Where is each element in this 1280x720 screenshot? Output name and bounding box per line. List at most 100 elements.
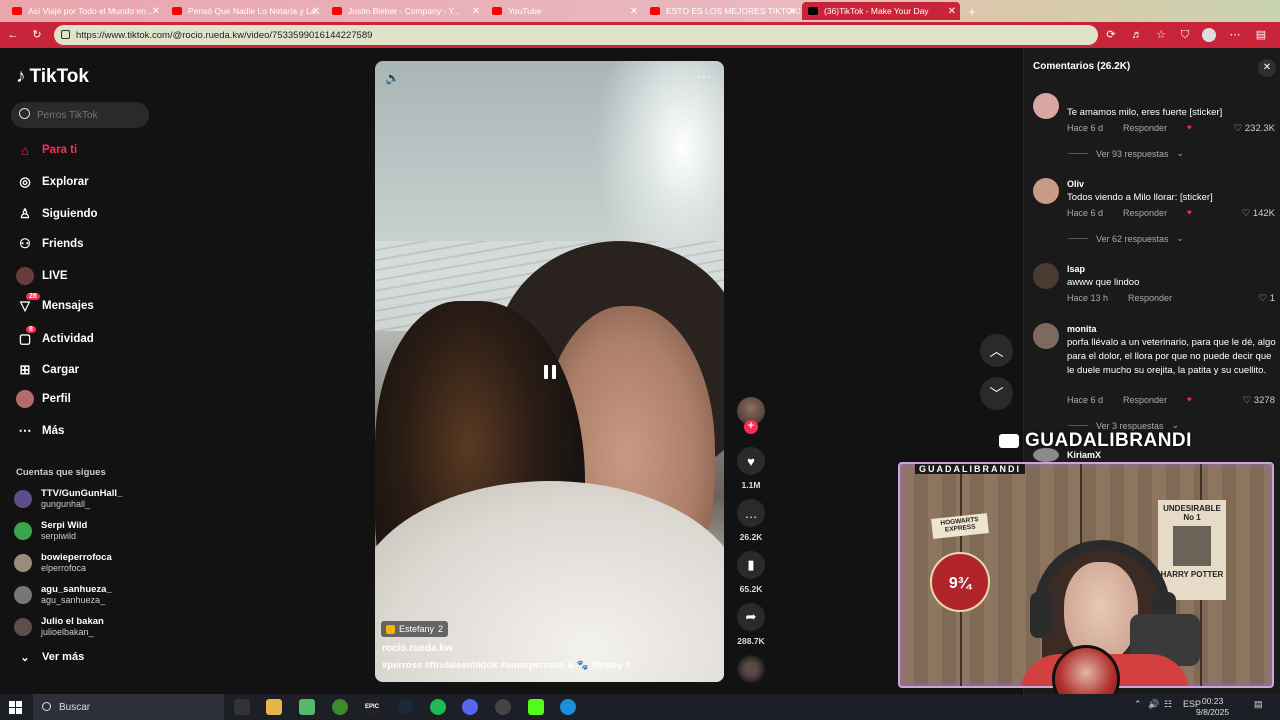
close-tab-icon[interactable]: ✕ (948, 6, 956, 17)
new-tab-button[interactable]: + (962, 2, 982, 20)
comment-like-button[interactable]: ♡ 142K (1242, 208, 1275, 219)
browser-tab[interactable]: YouTube ✕ (486, 2, 642, 20)
close-tab-icon[interactable]: ✕ (788, 6, 796, 17)
next-video-button[interactable]: ﹀ (980, 377, 1013, 410)
notifications-icon[interactable]: ▤ (1254, 699, 1263, 710)
reload-icon[interactable]: ↻ (30, 28, 44, 42)
shield-icon[interactable]: ⛉ (1178, 28, 1192, 42)
extension-icon[interactable]: ⟳ (1104, 28, 1118, 42)
speaker-icon[interactable]: 🔊 (1148, 699, 1159, 710)
avatar[interactable] (1033, 93, 1059, 119)
comment-like-button[interactable]: ♡ 3278 (1243, 395, 1275, 406)
avatar[interactable] (1033, 178, 1059, 204)
video-hashtags[interactable]: #perross #firulaisentiktok #amorperruno … (382, 660, 630, 671)
back-icon[interactable]: ← (6, 28, 20, 42)
task-view-icon[interactable] (234, 699, 250, 715)
favorites-icon[interactable]: ☆ (1154, 28, 1168, 42)
comment-user[interactable]: Oliv (1067, 179, 1084, 189)
following-account[interactable]: Serpi Wild serpiwild (14, 517, 87, 545)
browser-tab-active[interactable]: (36)TikTok - Make Your Day ✕ (802, 2, 960, 20)
browser-tab[interactable]: Pensó Que Nadie Lo Notaría y La... ✕ (166, 2, 324, 20)
reply-button[interactable]: Responder (1123, 208, 1167, 218)
close-tab-icon[interactable]: ✕ (472, 6, 480, 17)
save-button[interactable]: ▮ 65.2K (736, 551, 766, 594)
previous-video-button[interactable]: ︿ (980, 334, 1013, 367)
clock[interactable]: 00:23 9/8/2025 (1196, 696, 1229, 718)
reply-button[interactable]: Responder (1128, 293, 1172, 303)
like-button[interactable]: ♥ 1.1M (736, 447, 766, 490)
nav-actividad[interactable]: ▢ 8 Actividad (16, 326, 94, 350)
more-options-icon[interactable]: ··· (697, 69, 712, 83)
kick-icon[interactable] (528, 699, 544, 715)
following-account[interactable]: TTV/GunGunHall_ gungunhall_ (14, 485, 122, 513)
app-icon[interactable] (299, 699, 315, 715)
reply-button[interactable]: Responder (1123, 395, 1167, 405)
following-account[interactable]: agu_sanhueza_ agu_sanhueza_ (14, 581, 112, 609)
nav-cargar[interactable]: ⊞ Cargar (16, 359, 80, 381)
taskbar: Buscar EPIC ⌃ 🔊 ☷ ESP 00:23 9/8/2025 ▤ (0, 694, 1280, 720)
obs-icon[interactable] (495, 699, 511, 715)
nav-mensajes[interactable]: ▽ 28 Mensajes (16, 293, 94, 317)
nav-siguiendo[interactable]: ♙ Siguiendo (16, 203, 97, 225)
network-icon[interactable]: ☷ (1164, 699, 1172, 710)
nav-live[interactable]: LIVE (16, 265, 68, 287)
comment-user[interactable]: lsap (1067, 264, 1085, 274)
file-explorer-icon[interactable] (266, 699, 282, 715)
comment-like-button[interactable]: ♡ 232.3K (1234, 123, 1275, 134)
comment-meta: Hace 6 d Responder (1067, 123, 1168, 133)
search-input[interactable]: Perros TikTok (11, 102, 149, 128)
message-icon: ▽ 28 (16, 293, 40, 315)
browser-tab[interactable]: Así Viajé por Todo el Mundo en... ✕ (6, 2, 164, 20)
pause-icon[interactable] (540, 362, 560, 382)
comment-button[interactable]: … 26.2K (736, 499, 766, 542)
view-replies-button[interactable]: Ver 93 respuestas ⌄ (1068, 148, 1184, 159)
follow-plus-button[interactable]: + (744, 420, 758, 434)
comment-like-button[interactable]: ♡ 1 (1259, 293, 1275, 304)
steam-icon[interactable] (397, 699, 413, 715)
chevron-up-icon[interactable]: ⌃ (1134, 699, 1142, 710)
avatar[interactable] (1033, 323, 1059, 349)
close-tab-icon[interactable]: ✕ (152, 6, 160, 17)
nav-para-ti[interactable]: ⌂ Para ti (16, 139, 77, 161)
discord-icon[interactable] (462, 699, 478, 715)
see-more-button[interactable]: ⌄ Ver más (16, 646, 84, 668)
view-replies-button[interactable]: Ver 62 respuestas ⌄ (1068, 233, 1184, 244)
sidebar-icon[interactable]: ▤ (1254, 28, 1268, 42)
profile-avatar-icon[interactable] (1202, 28, 1216, 42)
video-author[interactable]: rocio.rueda.kw (382, 643, 453, 654)
avatar[interactable] (1033, 263, 1059, 289)
close-tab-icon[interactable]: ✕ (630, 6, 638, 17)
close-tab-icon[interactable]: ✕ (312, 6, 320, 17)
nav-mas[interactable]: ⋯ Más (16, 420, 65, 442)
volume-icon[interactable]: 🔈 (385, 71, 400, 85)
following-account[interactable]: bowieperrofoca elperrofoca (14, 549, 112, 577)
extension-icon[interactable]: ♬ (1130, 28, 1144, 42)
avatar (14, 522, 32, 540)
spotify-icon[interactable] (430, 699, 446, 715)
nav-explorar[interactable]: ◎ Explorar (16, 171, 88, 193)
comment-user[interactable]: monita (1067, 324, 1097, 334)
close-comments-button[interactable]: ✕ (1258, 59, 1276, 77)
xbox-icon[interactable] (332, 699, 348, 715)
browser-tab[interactable]: ESTO ES LOS MEJORES TIKTOKS ✕ (644, 2, 800, 20)
mention-chip[interactable]: Estefany 2 (381, 621, 449, 637)
nav-friends[interactable]: ⚇ Friends (16, 233, 83, 255)
windows-start-icon[interactable] (9, 701, 22, 714)
taskbar-search[interactable]: Buscar (33, 694, 224, 720)
url-field[interactable]: https://www.tiktok.com/@rocio.rueda.kw/v… (54, 25, 1098, 45)
reply-button[interactable]: Responder (1123, 123, 1167, 133)
video-player[interactable]: 🔈 ··· Estefany 2 rocio.rueda.kw #perross … (375, 61, 724, 682)
music-disc-icon[interactable] (737, 655, 765, 683)
tiktok-logo[interactable]: ♪ TikTok (16, 66, 89, 88)
youtube-icon (650, 7, 660, 15)
comments-title: Comentarios (26.2K) (1033, 61, 1131, 72)
chevron-down-icon: ⌄ (20, 651, 30, 664)
following-account[interactable]: Julio el bakan julioelbakan_ (14, 613, 104, 641)
share-button[interactable]: ➦ 288.7K (736, 603, 766, 646)
menu-icon[interactable]: ⋯ (1228, 28, 1242, 42)
browser-tab[interactable]: Justin Bieber - Company - Y... ✕ (326, 2, 484, 20)
upload-icon: ⊞ (19, 362, 31, 377)
edge-icon[interactable] (560, 699, 576, 715)
epic-games-icon[interactable]: EPIC (364, 699, 380, 715)
nav-perfil[interactable]: Perfil (16, 388, 71, 410)
